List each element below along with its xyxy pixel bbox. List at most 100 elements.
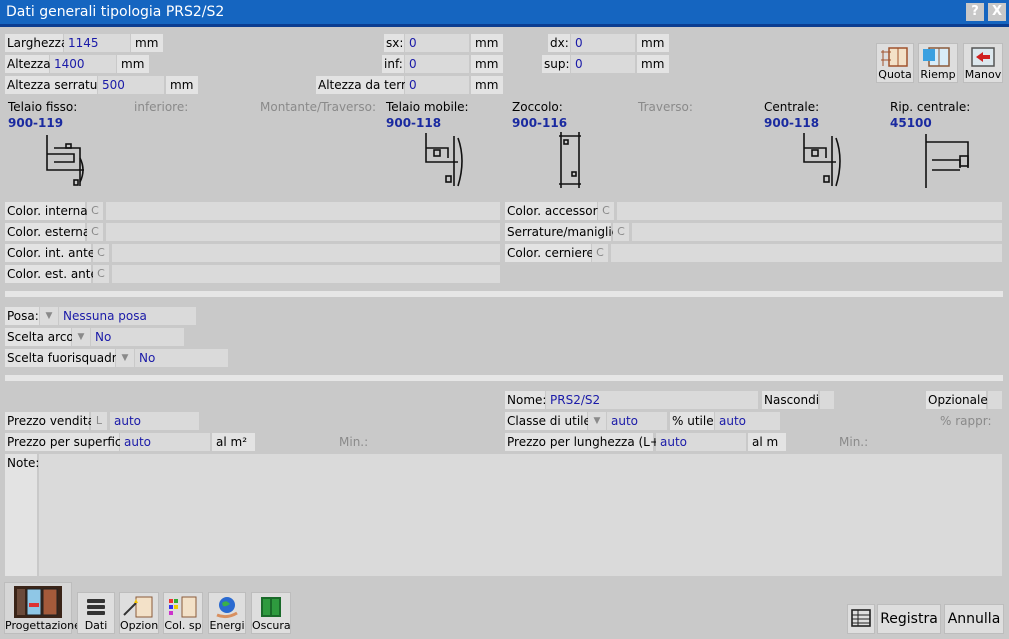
color-est-ante-field[interactable]: [112, 265, 500, 283]
dx-unit: mm: [637, 34, 669, 52]
prezzo-lunghezza-field[interactable]: auto: [656, 433, 746, 451]
altezza-field[interactable]: 1400: [50, 55, 116, 73]
palette-icon: [169, 596, 197, 618]
energi-button[interactable]: Energi: [208, 592, 246, 634]
table-button[interactable]: [847, 604, 875, 634]
serrature-maniglie-field[interactable]: [632, 223, 1002, 241]
sup-field[interactable]: 0: [571, 55, 635, 73]
note-textarea[interactable]: [39, 454, 1002, 576]
perc-utile-field[interactable]: auto: [715, 412, 780, 430]
zoccolo-profile-icon: [559, 132, 581, 188]
color-cerniere-field[interactable]: [611, 244, 1002, 262]
sx-unit: mm: [471, 34, 503, 52]
altezza-unit: mm: [117, 55, 149, 73]
rip-centrale-code[interactable]: 45100: [890, 116, 932, 130]
nome-label: Nome:: [505, 391, 547, 409]
scelta-fuorisquadra-field[interactable]: No: [135, 349, 228, 367]
dati-label: Dati: [84, 619, 108, 632]
larghezza-field[interactable]: 1145: [64, 34, 130, 52]
min-superficie-label: Min.:: [339, 435, 369, 449]
col-sp-button[interactable]: Col. sp: [163, 592, 203, 634]
classe-utile-field[interactable]: auto: [607, 412, 667, 430]
posa-field[interactable]: Nessuna posa: [59, 307, 196, 325]
telaio-fisso-label: Telaio fisso:: [8, 100, 78, 114]
serrature-maniglie-c-button[interactable]: C: [613, 223, 629, 241]
posa-dropdown-icon[interactable]: ▼: [40, 307, 58, 325]
oscura-label: Oscura: [252, 619, 291, 632]
color-interna-field[interactable]: [106, 202, 500, 220]
inf-field[interactable]: 0: [405, 55, 469, 73]
close-button[interactable]: X: [988, 3, 1006, 21]
color-accessori-label: Color. accessori:: [505, 202, 605, 220]
zoccolo-code[interactable]: 900-116: [512, 116, 567, 130]
color-esterna-c-button[interactable]: C: [87, 223, 103, 241]
manov-button[interactable]: Manov: [963, 43, 1003, 83]
color-esterna-field[interactable]: [106, 223, 500, 241]
classe-utile-dropdown-icon[interactable]: ▼: [588, 412, 606, 430]
prezzo-vendita-label: Prezzo vendita:: [5, 412, 99, 430]
sup-label: sup:: [542, 55, 570, 73]
progettazione-button[interactable]: Progettazione: [4, 582, 81, 634]
centrale-code[interactable]: 900-118: [764, 116, 819, 130]
altezza-serratura-field[interactable]: 500: [98, 76, 164, 94]
telaio-mobile-code[interactable]: 900-118: [386, 116, 441, 130]
centrale-label: Centrale:: [764, 100, 820, 114]
sx-label: sx:: [384, 34, 404, 52]
altezza-terra-label: Altezza da terra:: [316, 76, 418, 94]
color-accessori-c-button[interactable]: C: [598, 202, 614, 220]
sup-unit: mm: [637, 55, 669, 73]
prezzo-vendita-field[interactable]: auto: [110, 412, 199, 430]
larghezza-unit: mm: [131, 34, 163, 52]
list-icon: [87, 599, 105, 615]
inferiore-label: inferiore:: [134, 100, 189, 114]
color-accessori-field[interactable]: [617, 202, 1002, 220]
opzion-button[interactable]: Opzion: [119, 592, 159, 634]
quota-button[interactable]: Quota: [876, 43, 914, 83]
opzionale-checkbox[interactable]: [988, 391, 1002, 409]
dx-field[interactable]: 0: [571, 34, 635, 52]
prezzo-superficie-label: Prezzo per superficie:: [5, 433, 137, 451]
classe-utile-label: Classe di utile:: [505, 412, 595, 430]
annulla-button[interactable]: Annulla: [944, 604, 1004, 634]
prezzo-vendita-flag[interactable]: L: [91, 412, 107, 430]
color-interna-label: Color. interna:: [5, 202, 92, 220]
registra-button[interactable]: Registra: [877, 604, 941, 634]
telaio-fisso-code[interactable]: 900-119: [8, 116, 63, 130]
posa-label: Posa:: [5, 307, 39, 325]
color-interna-c-button[interactable]: C: [87, 202, 103, 220]
prezzo-superficie-unit: al m²: [212, 433, 255, 451]
note-label: Note:: [5, 454, 39, 576]
opzionale-label: Opzionale:: [926, 391, 992, 409]
nascondi-checkbox[interactable]: [820, 391, 834, 409]
color-int-ante-c-button[interactable]: C: [93, 244, 109, 262]
nome-field[interactable]: PRS2/S2: [546, 391, 758, 409]
prezzo-superficie-field[interactable]: auto: [120, 433, 210, 451]
window-title: Dati generali tipologia PRS2/S2: [0, 0, 1009, 24]
sx-field[interactable]: 0: [405, 34, 469, 52]
riemp-icon: [923, 47, 950, 67]
altezza-terra-unit: mm: [471, 76, 503, 94]
quota-icon: [881, 47, 908, 67]
color-est-ante-label: Color. est. ante:: [5, 265, 102, 283]
scelta-arco-dropdown-icon[interactable]: ▼: [72, 328, 90, 346]
color-est-ante-c-button[interactable]: C: [93, 265, 109, 283]
oscura-button[interactable]: Oscura: [251, 592, 291, 634]
altezza-serratura-unit: mm: [166, 76, 198, 94]
scelta-arco-field[interactable]: No: [91, 328, 184, 346]
color-cerniere-label: Color. cerniere:: [505, 244, 598, 262]
separator-2: [5, 375, 1003, 381]
altezza-terra-field[interactable]: 0: [405, 76, 469, 94]
manov-icon: [971, 47, 995, 67]
color-esterna-label: Color. esterna:: [5, 223, 95, 241]
help-button[interactable]: ?: [966, 3, 984, 21]
riemp-button[interactable]: Riemp: [918, 43, 958, 83]
scelta-arco-label: Scelta arco:: [5, 328, 78, 346]
riemp-label: Riemp: [920, 68, 956, 81]
scelta-fuorisquadra-dropdown-icon[interactable]: ▼: [116, 349, 134, 367]
color-int-ante-field[interactable]: [112, 244, 500, 262]
serrature-maniglie-label: Serrature/maniglie:: [505, 223, 624, 241]
dati-button[interactable]: Dati: [77, 592, 115, 634]
color-cerniere-c-button[interactable]: C: [592, 244, 608, 262]
altezza-serratura-label: Altezza serratura:: [5, 76, 114, 94]
larghezza-label: Larghezza:: [5, 34, 73, 52]
